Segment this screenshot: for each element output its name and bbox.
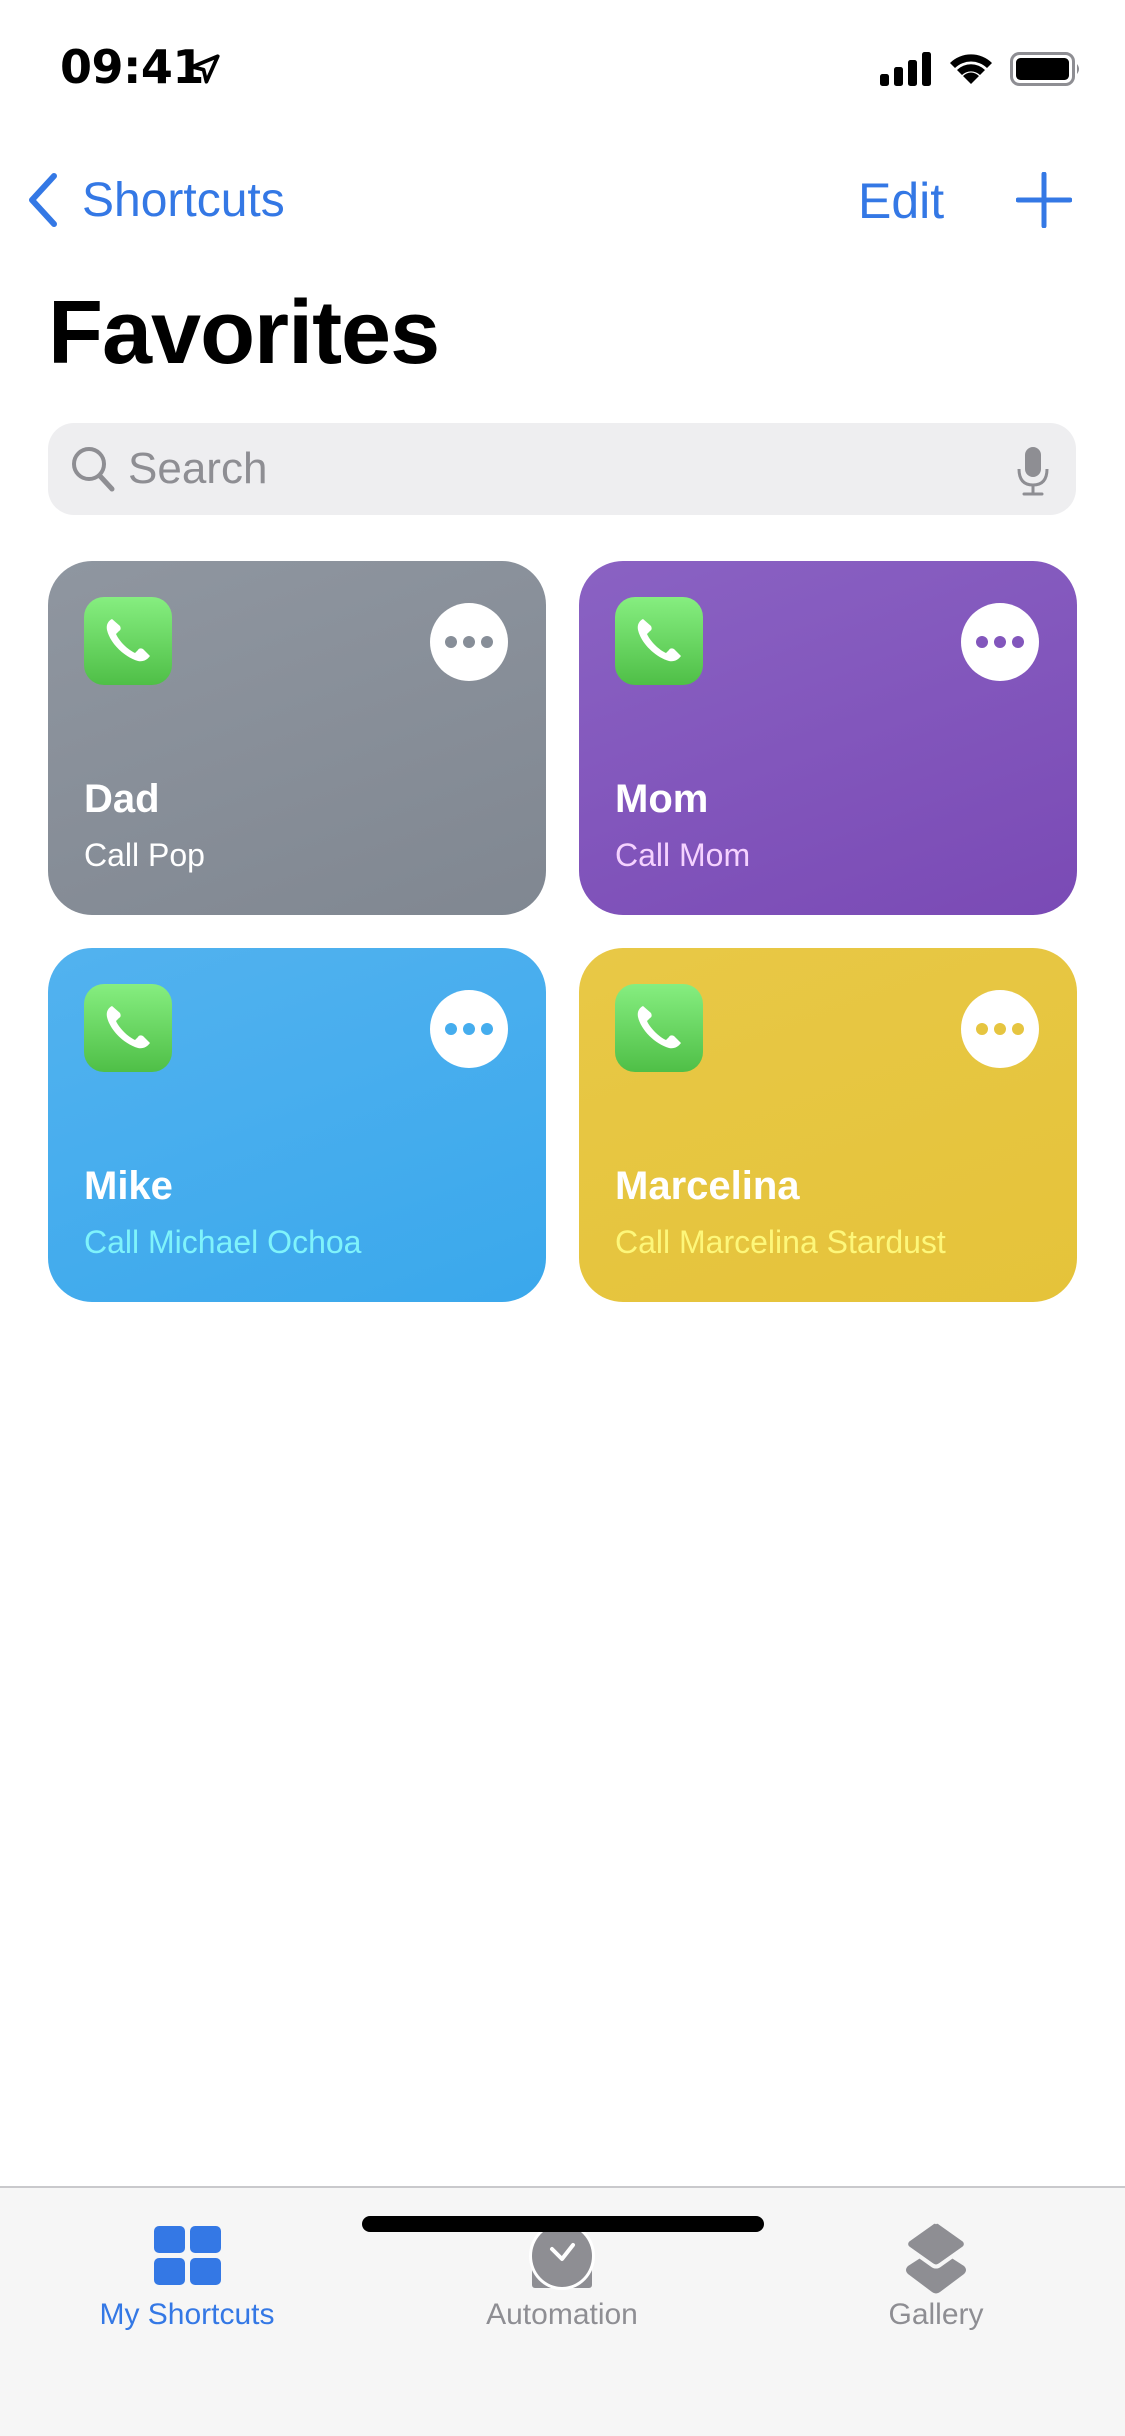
phone-app-icon (84, 984, 172, 1072)
shortcut-name: Marcelina (615, 1164, 800, 1208)
phone-app-icon (615, 984, 703, 1072)
chevron-left-icon (29, 173, 57, 227)
ellipsis-dot (481, 636, 493, 648)
ellipsis-dot (976, 1023, 988, 1035)
phone-app-icon (615, 597, 703, 685)
back-button[interactable]: Shortcuts (24, 168, 285, 232)
ellipsis-dot (976, 636, 988, 648)
shortcut-card-mom[interactable]: Mom Call Mom (579, 561, 1077, 915)
cellular-signal-icon (880, 52, 931, 86)
shortcut-card-mike[interactable]: Mike Call Michael Ochoa (48, 948, 546, 1302)
tab-automation[interactable]: Automation (412, 2188, 712, 2338)
status-time: 09:41 (60, 40, 204, 94)
ellipsis-dot (1012, 1023, 1024, 1035)
ellipsis-dot (463, 636, 475, 648)
page-title: Favorites (48, 283, 440, 383)
wifi-icon (950, 54, 992, 84)
phone-icon (106, 619, 150, 662)
shortcut-name: Mom (615, 777, 709, 821)
phone-icon (106, 1006, 150, 1049)
search-bar[interactable] (48, 423, 1076, 515)
tab-label: My Shortcuts (99, 2298, 275, 2331)
ellipsis-dot (481, 1023, 493, 1035)
location-arrow-icon (190, 54, 220, 84)
search-icon (72, 447, 115, 492)
ellipsis-dot (994, 1023, 1006, 1035)
shortcut-subtitle: Call Pop (84, 837, 205, 873)
home-indicator[interactable] (362, 2216, 764, 2232)
grid-icon (154, 2226, 221, 2285)
more-options-button[interactable] (430, 603, 508, 681)
shortcut-name: Dad (84, 777, 160, 821)
search-input[interactable] (128, 423, 1028, 515)
tab-label: Automation (486, 2298, 638, 2331)
layers-icon (904, 2219, 968, 2294)
battery-icon (1010, 52, 1079, 86)
phone-app-icon (84, 597, 172, 685)
tab-gallery[interactable]: Gallery (786, 2188, 1086, 2338)
plus-icon[interactable] (1016, 172, 1072, 228)
edit-button[interactable]: Edit (858, 172, 944, 230)
shortcut-subtitle: Call Michael Ochoa (84, 1224, 362, 1260)
status-bar: 09:41 (0, 0, 1125, 132)
microphone-icon[interactable] (1016, 447, 1050, 497)
more-options-button[interactable] (961, 603, 1039, 681)
ellipsis-dot (1012, 636, 1024, 648)
tab-my-shortcuts[interactable]: My Shortcuts (37, 2188, 337, 2338)
shortcut-card-marcelina[interactable]: Marcelina Call Marcelina Stardust (579, 948, 1077, 1302)
more-options-button[interactable] (961, 990, 1039, 1068)
tab-label: Gallery (888, 2298, 984, 2331)
shortcut-subtitle: Call Mom (615, 837, 751, 873)
phone-icon (637, 1006, 681, 1049)
more-options-button[interactable] (430, 990, 508, 1068)
shortcut-subtitle: Call Marcelina Stardust (615, 1224, 946, 1260)
ellipsis-dot (445, 1023, 457, 1035)
shortcut-name: Mike (84, 1164, 173, 1208)
ellipsis-dot (445, 636, 457, 648)
shortcut-card-dad[interactable]: Dad Call Pop (48, 561, 546, 915)
ellipsis-dot (463, 1023, 475, 1035)
back-label: Shortcuts (82, 173, 285, 227)
navigation-bar: Shortcuts Edit (0, 150, 1125, 250)
ellipsis-dot (994, 636, 1006, 648)
phone-icon (637, 619, 681, 662)
